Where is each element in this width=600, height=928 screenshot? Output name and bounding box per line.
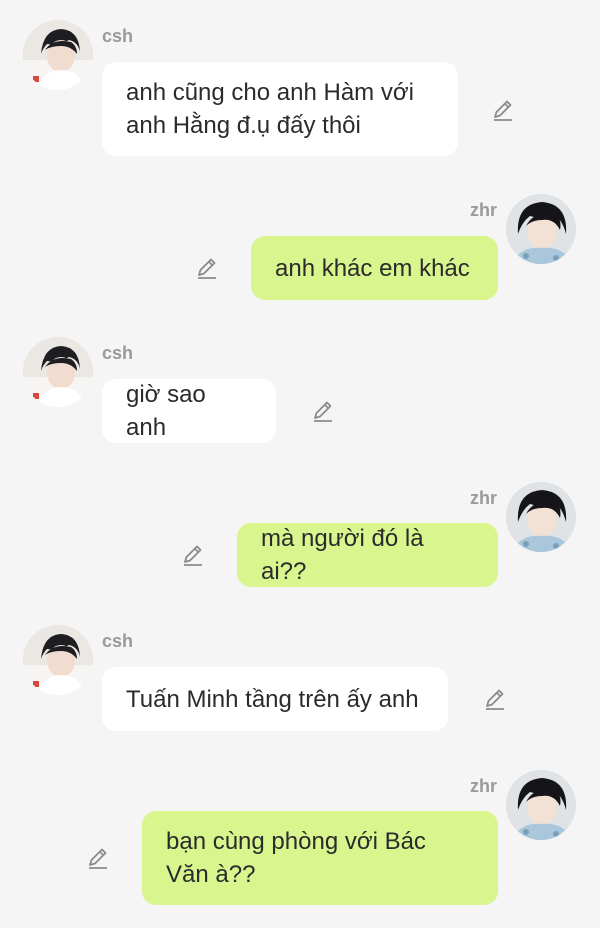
message-bubble[interactable]: anh cũng cho anh Hàm với anh Hằng đ.ụ đấ…	[102, 62, 458, 156]
message-bubble[interactable]: Tuấn Minh tầng trên ấy anh	[102, 667, 448, 731]
message-bubble[interactable]: mà người đó là ai??	[237, 523, 498, 587]
sender-name: csh	[102, 343, 134, 363]
avatar-zhr[interactable]	[506, 770, 576, 840]
avatar-zhr[interactable]	[506, 194, 576, 264]
sender-name: zhr	[470, 776, 497, 796]
sender-name: zhr	[470, 200, 497, 220]
pencil-icon[interactable]	[83, 844, 111, 872]
pencil-icon[interactable]	[308, 397, 336, 425]
pencil-icon[interactable]	[488, 96, 516, 124]
avatar-zhr[interactable]	[506, 482, 576, 552]
avatar-csh[interactable]	[23, 20, 93, 90]
message-bubble[interactable]: bạn cùng phòng với Bác Văn à??	[142, 811, 498, 905]
pencil-icon[interactable]	[480, 685, 508, 713]
message-bubble[interactable]: anh khác em khác	[251, 236, 498, 300]
sender-name: csh	[102, 26, 134, 46]
avatar-csh[interactable]	[23, 625, 93, 695]
avatar-csh[interactable]	[23, 337, 93, 407]
pencil-icon[interactable]	[192, 254, 220, 282]
sender-name: zhr	[470, 488, 497, 508]
message-bubble[interactable]: giờ sao anh	[102, 379, 276, 443]
pencil-icon[interactable]	[178, 541, 206, 569]
sender-name: csh	[102, 631, 134, 651]
